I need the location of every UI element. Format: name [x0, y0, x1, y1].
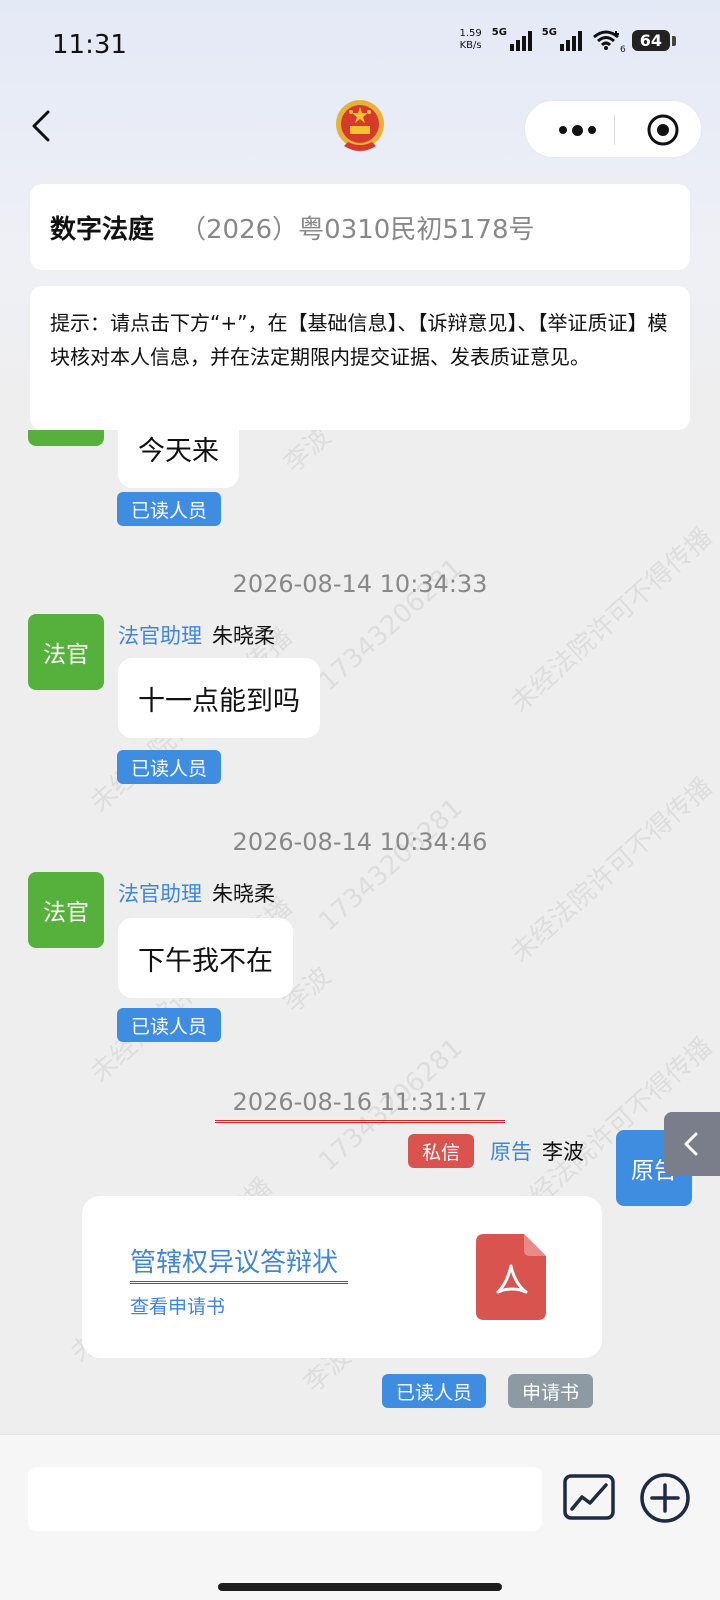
side-panel-toggle[interactable]	[664, 1112, 720, 1176]
message-bubble[interactable]: 今天来	[118, 430, 239, 488]
status-icons: 1.59 KB/s 5G 5G 6 64	[459, 27, 677, 55]
message-input[interactable]	[28, 1467, 542, 1531]
chevron-left-icon	[684, 1132, 698, 1156]
net-speed-unit: KB/s	[459, 40, 482, 51]
sender-name: 李波	[542, 1140, 584, 1164]
court-title: 数字法庭	[50, 214, 155, 245]
signal1-label: 5G	[491, 27, 507, 38]
read-members-tag[interactable]: 已读人员	[117, 750, 222, 784]
chat-area[interactable]: 未经法院许可不得传播 17343206281 未经法院许可不得传播 173432…	[0, 430, 720, 1432]
sender-line: 原告 李波	[490, 1136, 584, 1166]
signal2-label: 5G	[541, 27, 557, 38]
message-timestamp: 2026-08-14 10:34:33	[232, 570, 488, 598]
avatar[interactable]: 法官	[28, 614, 104, 690]
status-time: 11:31	[52, 30, 127, 60]
file-message-card[interactable]: 管辖权异议答辩状 查看申请书	[82, 1196, 602, 1358]
wifi-badge: 6	[620, 45, 626, 55]
sender-name: 朱晓柔	[212, 624, 275, 648]
watermark-text: 未经法院许可不得传播	[505, 522, 719, 719]
sender-line: 法官助理 朱晓柔	[118, 878, 275, 908]
message-timestamp: 2026-08-16 11:31:17	[0, 1088, 720, 1123]
application-type-tag: 申请书	[508, 1374, 594, 1408]
sender-role: 法官助理	[118, 882, 202, 906]
tip-text: 提示：请点击下方“+”，在【基础信息】、【诉辩意见】、【举证质证】模块核对本人信…	[50, 311, 668, 369]
private-tag: 私信	[408, 1134, 475, 1168]
signal-icon-2: 5G	[541, 27, 582, 51]
chevron-left-icon[interactable]	[26, 106, 58, 146]
read-members-tag[interactable]: 已读人员	[117, 1008, 222, 1042]
image-chart-icon[interactable]	[562, 1473, 616, 1521]
view-application-link[interactable]: 查看申请书	[130, 1292, 225, 1319]
national-emblem-icon	[334, 98, 386, 156]
sender-line: 法官助理 朱晓柔	[118, 620, 275, 650]
message-timestamp: 2026-08-14 10:34:46	[232, 828, 488, 856]
watermark-text: 未经法院许可不得传播	[505, 772, 719, 969]
case-title-card: 数字法庭 （2026）粤0310民初5178号	[30, 184, 690, 270]
avatar[interactable]	[28, 430, 104, 446]
watermark-name: 李波	[278, 430, 338, 479]
network-speed: 1.59 KB/s	[459, 28, 481, 52]
home-indicator[interactable]	[218, 1583, 502, 1591]
wifi-icon: 6	[592, 29, 626, 55]
signal-icon: 5G	[491, 27, 532, 51]
case-number: （2026）粤0310民初5178号	[180, 214, 535, 245]
battery-icon: 64	[631, 29, 677, 51]
file-name[interactable]: 管辖权异议答辩状	[130, 1242, 349, 1284]
read-members-tag[interactable]: 已读人员	[382, 1374, 487, 1408]
net-speed-value: 1.59	[459, 28, 482, 39]
battery-level: 64	[639, 30, 662, 50]
more-dots-icon[interactable]	[547, 101, 607, 159]
message-bubble[interactable]: 下午我不在	[118, 918, 293, 998]
bottom-input-bar	[0, 1434, 720, 1600]
sender-name: 朱晓柔	[212, 882, 275, 906]
read-members-tag[interactable]: 已读人员	[117, 492, 222, 526]
pdf-file-icon	[476, 1234, 546, 1320]
message-bubble[interactable]: 十一点能到吗	[118, 658, 320, 738]
capsule-divider	[614, 115, 615, 145]
avatar[interactable]: 法官	[28, 872, 104, 948]
sender-role: 法官助理	[118, 624, 202, 648]
tip-card: 提示：请点击下方“+”，在【基础信息】、【诉辩意见】、【举证质证】模块核对本人信…	[30, 286, 690, 430]
plus-circle-icon[interactable]	[638, 1471, 692, 1525]
sender-role: 原告	[490, 1140, 532, 1164]
record-circle-icon[interactable]	[633, 101, 693, 159]
status-bar: 11:31 1.59 KB/s 5G 5G 6 64	[0, 0, 720, 92]
mini-program-capsule	[524, 100, 702, 158]
watermark-phone: 17343206281	[313, 792, 469, 938]
